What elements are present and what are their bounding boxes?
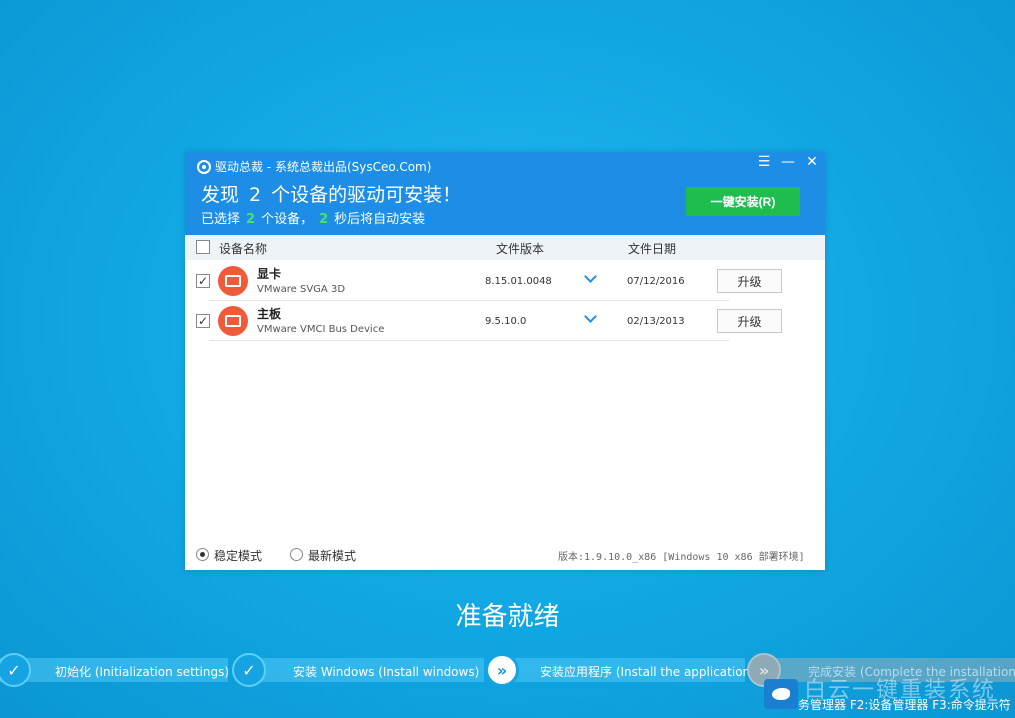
column-device-name: 设备名称 [219, 242, 268, 256]
file-date: 02/13/2013 [627, 316, 685, 327]
bird-logo-icon [764, 679, 798, 709]
minimize-icon[interactable]: — [781, 154, 795, 170]
countdown-seconds: 2 [319, 212, 329, 227]
double-chevron-icon: » [485, 653, 519, 687]
step-label: 安装 Windows (Install windows) [293, 665, 480, 679]
chevron-down-icon[interactable] [584, 272, 596, 284]
version-info: 版本:1.9.10.0_x86 [Windows 10 x86 部署环境] [558, 552, 805, 563]
table-header: 设备名称 文件版本 文件日期 [185, 235, 825, 260]
headline: 发现 2 个设备的驱动可安装！ [201, 180, 461, 207]
headline-suffix: 个设备的驱动可安装！ [271, 184, 462, 206]
headline-prefix: 发现 [201, 184, 240, 206]
upgrade-button[interactable]: 升级 [717, 269, 782, 293]
subline-suffix: 秒后将自动安装 [334, 212, 426, 227]
row-checkbox[interactable]: ✓ [196, 274, 210, 288]
subline: 已选择 2 个设备， 2 秒后将自动安装 [201, 208, 425, 227]
app-logo-icon [197, 159, 211, 174]
table-row: ✓ 显卡 VMware SVGA 3D 8.15.01.0048 07/12/2… [185, 261, 825, 301]
driver-dialog: 驱动总裁 - 系统总裁出品(SysCeo.Com) ☰ — ✕ 发现 2 个设备的驱… [185, 152, 825, 570]
stable-mode-radio[interactable] [196, 548, 209, 561]
latest-mode-label: 最新模式 [308, 549, 357, 563]
latest-mode-radio[interactable] [290, 548, 303, 561]
device-name: 显卡 [257, 267, 282, 281]
row-divider [209, 340, 729, 341]
upgrade-button[interactable]: 升级 [717, 309, 782, 333]
step-label: 安装应用程序 (Install the application) [540, 665, 755, 679]
device-model: VMware SVGA 3D [257, 284, 346, 295]
column-file-date: 文件日期 [628, 242, 677, 256]
dialog-title-bar: 驱动总裁 - 系统总裁出品(SysCeo.Com) [197, 158, 431, 175]
dialog-title: 驱动总裁 - 系统总裁出品(SysCeo.Com) [215, 160, 432, 174]
table-row: ✓ 主板 VMware VMCI Bus Device 9.5.10.0 02/… [185, 301, 825, 341]
step-label: 初始化 (Initialization settings) [55, 665, 230, 679]
device-count: 2 [249, 184, 262, 206]
display-icon [218, 266, 248, 296]
subline-mid: 个设备， [261, 212, 314, 227]
selected-count: 2 [246, 212, 256, 227]
check-icon: ✓ [232, 653, 266, 687]
file-version: 8.15.01.0048 [485, 276, 552, 287]
select-all-checkbox[interactable] [196, 240, 210, 254]
close-icon[interactable]: ✕ [805, 154, 819, 170]
file-version: 9.5.10.0 [485, 316, 527, 327]
device-name: 主板 [257, 307, 282, 321]
dialog-header: 驱动总裁 - 系统总裁出品(SysCeo.Com) ☰ — ✕ 发现 2 个设备的驱… [185, 152, 825, 235]
motherboard-icon [218, 306, 248, 336]
subline-prefix: 已选择 [201, 212, 241, 227]
status-text: 准备就绪 [455, 602, 560, 632]
stable-mode-label: 稳定模式 [214, 549, 263, 563]
window-controls: ☰ — ✕ [757, 154, 819, 170]
one-click-install-button[interactable]: 一键安装(R) [686, 187, 800, 216]
menu-icon[interactable]: ☰ [757, 154, 771, 170]
column-file-version: 文件版本 [496, 242, 545, 256]
row-checkbox[interactable]: ✓ [196, 314, 210, 328]
device-model: VMware VMCI Bus Device [257, 324, 385, 335]
dialog-footer: 稳定模式 最新模式 版本:1.9.10.0_x86 [Windows 10 x8… [185, 545, 825, 565]
chevron-down-icon[interactable] [584, 312, 596, 324]
file-date: 07/12/2016 [627, 276, 685, 287]
hotkey-hint: 务管理器 F2:设备管理器 F3:命令提示符 [798, 698, 1011, 712]
